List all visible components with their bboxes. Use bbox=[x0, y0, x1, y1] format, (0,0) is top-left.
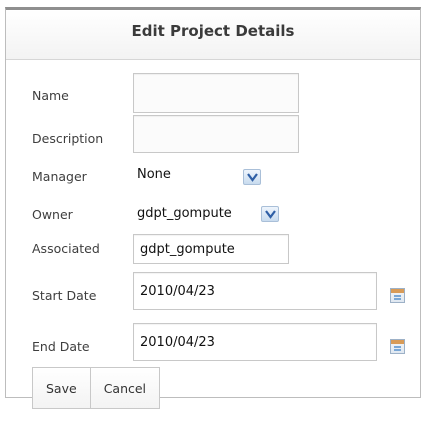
name-input[interactable] bbox=[133, 73, 299, 113]
description-label: Description bbox=[32, 131, 104, 146]
name-label: Name bbox=[32, 88, 69, 103]
dialog-title-bar: Edit Project Details bbox=[6, 10, 420, 60]
owner-value: gdpt_gompute bbox=[137, 206, 232, 221]
button-bar: Save Cancel bbox=[32, 367, 161, 409]
manager-label: Manager bbox=[32, 169, 87, 184]
owner-label: Owner bbox=[32, 207, 73, 222]
description-input[interactable] bbox=[133, 115, 299, 153]
start-date-label: Start Date bbox=[32, 288, 97, 303]
owner-dropdown-button[interactable] bbox=[261, 206, 279, 222]
cancel-button[interactable]: Cancel bbox=[90, 367, 161, 409]
dialog-title: Edit Project Details bbox=[131, 22, 295, 40]
associated-label: Associated bbox=[32, 241, 100, 256]
manager-dropdown-button[interactable] bbox=[243, 169, 261, 185]
calendar-icon[interactable] bbox=[390, 339, 405, 354]
save-button[interactable]: Save bbox=[32, 367, 91, 409]
end-date-input[interactable]: 2010/04/23 bbox=[133, 323, 377, 361]
manager-value: None bbox=[137, 167, 171, 182]
associated-input[interactable]: gdpt_gompute bbox=[133, 234, 289, 264]
calendar-icon[interactable] bbox=[390, 288, 405, 303]
end-date-label: End Date bbox=[32, 339, 90, 354]
edit-project-dialog: Edit Project Details Name Description Ma… bbox=[5, 7, 421, 409]
start-date-input[interactable]: 2010/04/23 bbox=[133, 272, 377, 310]
